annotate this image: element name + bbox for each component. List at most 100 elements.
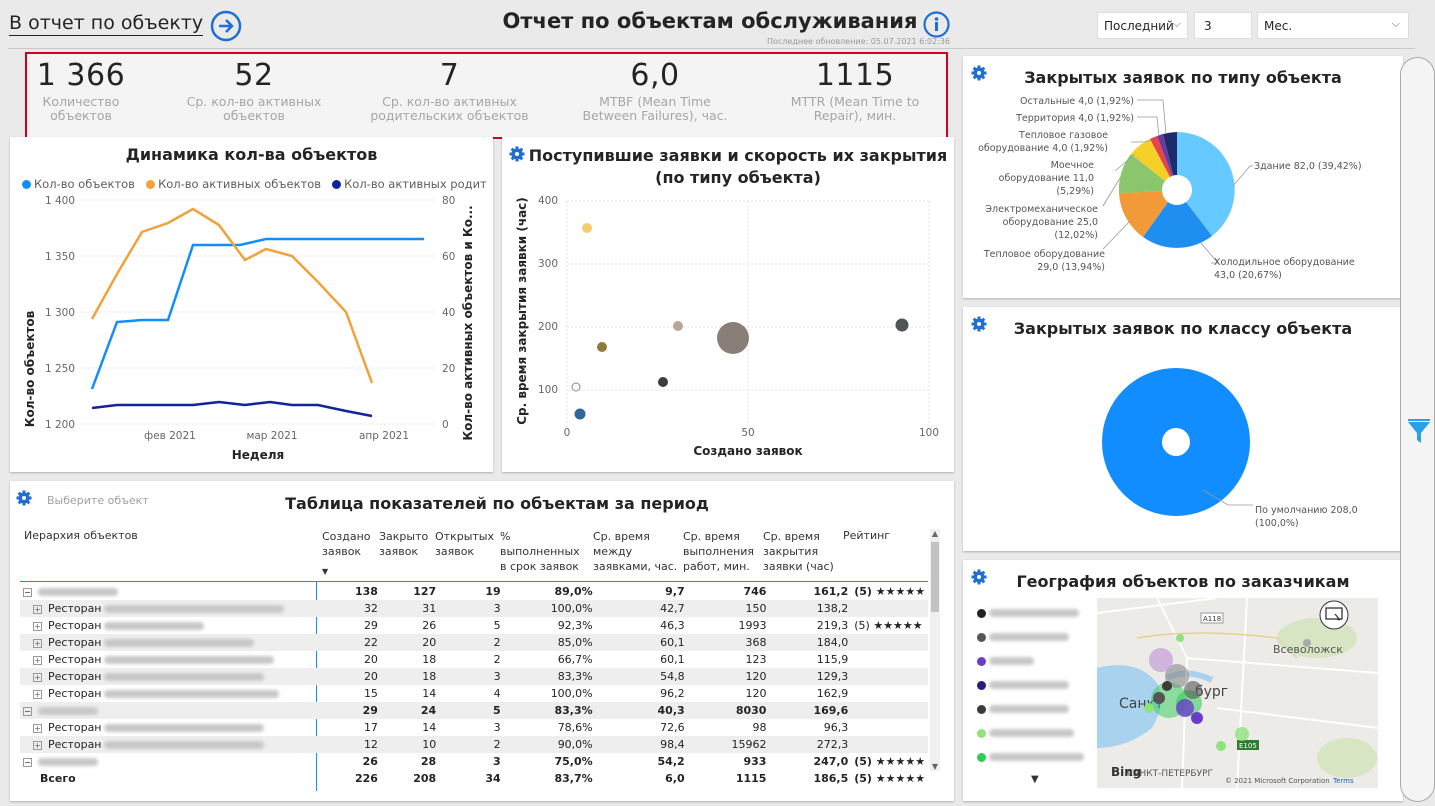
map-expand-icon[interactable] (1319, 600, 1349, 630)
scatter-point[interactable] (597, 342, 607, 352)
col-header[interactable]: Рейтинг (843, 529, 890, 542)
scatter-point[interactable] (673, 321, 683, 331)
cell: 4 (493, 687, 501, 700)
scroll-down-icon[interactable]: ▼ (930, 762, 940, 771)
legend-item[interactable] (977, 746, 1087, 770)
scatter-svg[interactable]: 400 300 200 100 0 50 100 Создано заявок … (502, 137, 954, 472)
cell: 100,0% (550, 602, 593, 615)
cell: 169,6 (813, 704, 849, 717)
table-row[interactable]: + Ресторан 12 10 2 90,0% 98,4 15962 272,3 (20, 736, 928, 753)
pie-class-svg[interactable]: По умолчанию 208,0 (100,0%) (963, 307, 1403, 551)
period-dropdown[interactable]: Последний ⌵ (1097, 12, 1188, 39)
row-label[interactable]: + Ресторан (20, 685, 323, 702)
expand-icon[interactable]: + (33, 740, 42, 750)
scatter-point[interactable] (717, 322, 749, 354)
col-header[interactable]: Создано заявок (322, 529, 372, 559)
table-row[interactable]: + Ресторан 17 14 3 78,6% 72,6 98 96,3 (20, 719, 928, 736)
filter-pane-toggle[interactable] (1400, 57, 1435, 802)
back-to-object-report-link[interactable]: В отчет по объекту (9, 12, 204, 36)
row-label[interactable]: + Ресторан (20, 719, 323, 736)
arrow-right-circle-icon[interactable] (210, 10, 242, 42)
filter-icon[interactable] (1406, 418, 1432, 450)
row-label[interactable]: − (20, 583, 323, 600)
map-terms-link[interactable]: Terms (1332, 777, 1354, 785)
expand-icon[interactable]: + (33, 604, 42, 614)
table-row[interactable]: + Ресторан 32 31 3 100,0% 42,7 150 138,2 (20, 600, 928, 617)
cell: 26 (362, 755, 378, 768)
legend-item[interactable] (977, 674, 1087, 698)
col-header[interactable]: Ср. время выполнения работ, мин. (683, 529, 763, 574)
legend-item[interactable] (977, 722, 1087, 746)
info-icon[interactable] (923, 11, 950, 38)
row-label[interactable]: − (20, 702, 323, 719)
col-header[interactable]: Ср. время закрытия заявки (час) (763, 529, 843, 574)
scatter-point[interactable] (582, 223, 592, 233)
cell: 272,3 (816, 738, 849, 751)
expand-icon[interactable]: + (33, 638, 42, 648)
expand-icon[interactable]: + (33, 621, 42, 631)
expand-icon[interactable]: + (33, 672, 42, 682)
map-canvas[interactable]: Санкт бург Всеволожск САНКТ-ПЕТЕРБУРГ A1… (1097, 598, 1378, 788)
rating-cell: (5) ★★★★★ (854, 755, 926, 768)
table-scrollbar[interactable]: ▲ ▼ (930, 529, 940, 771)
series-active-parents-line[interactable] (91, 400, 373, 418)
legend-item[interactable] (977, 602, 1087, 626)
series-active-objects-line[interactable] (90, 207, 374, 384)
line-chart-svg[interactable]: Кол-во объектов Кол-во активных объектов… (10, 137, 493, 472)
row-label[interactable]: + Ресторан (20, 600, 323, 617)
scatter-point[interactable] (571, 382, 581, 392)
col-header[interactable]: Иерархия объектов (24, 529, 138, 542)
row-label[interactable]: + Ресторан (20, 651, 323, 668)
col-header[interactable]: % выполненных в срок заявок (500, 529, 585, 574)
row-label[interactable]: + Ресторан (20, 617, 323, 634)
collapse-icon[interactable]: − (23, 757, 32, 767)
pie-label: Территория 4,0 (1,92%) (1015, 113, 1134, 124)
row-label[interactable]: − (20, 753, 323, 770)
expand-icon[interactable]: + (33, 655, 42, 665)
chevron-down-icon: ⌵ (1391, 17, 1400, 30)
pie-type-svg[interactable]: Остальные 4,0 (1,92%) Территория 4,0 (1,… (963, 56, 1403, 298)
row-label[interactable]: + Ресторан (20, 634, 323, 651)
gear-icon[interactable] (16, 490, 32, 506)
scatter-point[interactable] (574, 408, 586, 420)
scroll-up-icon[interactable]: ▲ (930, 529, 940, 538)
row-label[interactable]: + Ресторан (20, 736, 323, 753)
table-row[interactable]: + Ресторан 15 14 4 100,0% 96,2 120 162,9 (20, 685, 928, 702)
sort-desc-icon[interactable]: ▼ (322, 567, 328, 576)
table-row[interactable]: − 26 28 3 75,0% 54,2 933 247,0 (5) ★★★★★ (20, 753, 928, 770)
legend-item[interactable] (977, 650, 1087, 674)
table-row[interactable]: + Ресторан 20 18 2 66,7% 60,1 123 115,9 (20, 651, 928, 668)
table-row[interactable]: + Ресторан 20 18 3 83,3% 54,8 120 129,3 (20, 668, 928, 685)
table-row[interactable]: + Ресторан 22 20 2 85,0% 60,1 368 184,0 (20, 634, 928, 651)
col-header[interactable]: Открытых заявок (435, 529, 495, 559)
col-header[interactable]: Закрыто заявок (379, 529, 429, 559)
collapse-icon[interactable]: − (23, 587, 32, 597)
row-label[interactable]: + Ресторан (20, 668, 323, 685)
expand-icon[interactable]: + (33, 723, 42, 733)
scatter-point[interactable] (895, 318, 909, 332)
legend-item[interactable] (977, 698, 1087, 722)
collapse-icon[interactable]: − (23, 706, 32, 716)
table-row[interactable]: − 29 24 5 83,3% 40,3 8030 169,6 (20, 702, 928, 719)
legend-scroll-down-icon[interactable]: ▼ (1031, 774, 1039, 785)
cell: 129,3 (816, 670, 849, 683)
cell: 54,8 (660, 670, 685, 683)
scroll-thumb[interactable] (931, 542, 939, 612)
cell: 138,2 (816, 602, 849, 615)
cell: 2 (493, 636, 501, 649)
total-cell: 34 (485, 772, 501, 785)
pie-slice-default[interactable] (1102, 368, 1250, 516)
period-unit-dropdown[interactable]: Мес. ⌵ (1257, 12, 1409, 39)
cell: 42,7 (660, 602, 685, 615)
rating-cell (851, 702, 928, 719)
series-objects-line[interactable] (90, 237, 424, 390)
unit-value: Мес. (1264, 19, 1293, 33)
col-header[interactable]: Ср. время между заявками, час. (593, 529, 678, 574)
period-count-input[interactable]: 3 (1194, 12, 1252, 39)
svg-text:A118: A118 (1203, 615, 1221, 623)
table-row[interactable]: + Ресторан 29 26 5 92,3% 46,3 1993 219,3 (5) ★★★★… (20, 617, 928, 634)
legend-item[interactable] (977, 626, 1087, 650)
scatter-point[interactable] (658, 377, 668, 387)
expand-icon[interactable]: + (33, 689, 42, 699)
table-row[interactable]: − 138 127 19 89,0% 9,7 746 161,2 (5) ★★★★★ (20, 583, 928, 600)
